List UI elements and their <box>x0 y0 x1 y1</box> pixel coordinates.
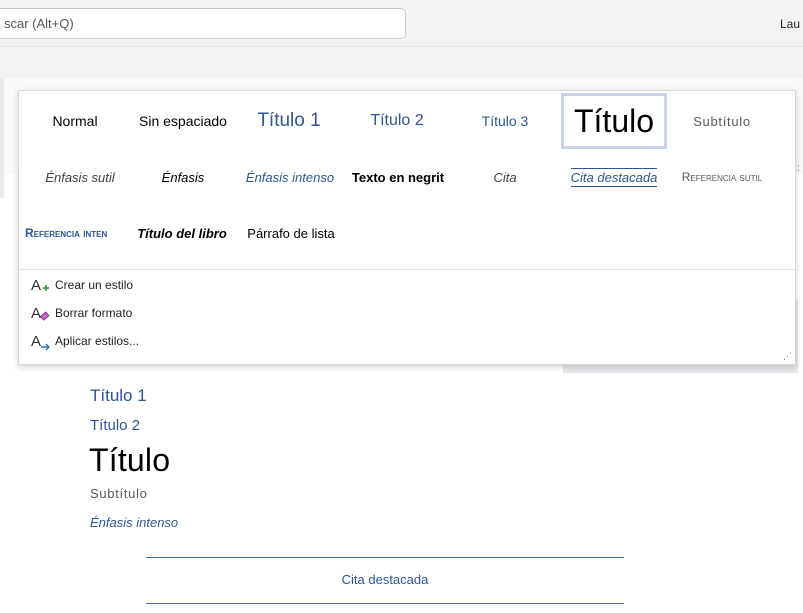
style-subtle-emphasis[interactable]: Énfasis sutil <box>30 157 130 197</box>
style-normal[interactable]: Normal <box>30 101 120 141</box>
style-heading-1[interactable]: Título 1 <box>241 101 337 141</box>
doc-subtitle[interactable]: Subtítulo <box>90 486 148 501</box>
svg-text:A: A <box>31 277 41 294</box>
ribbon-left-strip <box>0 78 4 198</box>
create-style-icon: A <box>29 274 55 296</box>
clear-formatting-icon: A <box>29 302 55 324</box>
resize-grip-icon[interactable]: ⋰ <box>783 351 792 362</box>
clear-formatting-button[interactable]: A Borrar formato <box>29 302 132 324</box>
style-intense-quote-label: Cita destacada <box>570 167 658 187</box>
search-placeholder: scar (Alt+Q) <box>4 16 74 31</box>
style-intense-reference[interactable]: Referencia inten <box>25 213 121 253</box>
doc-title[interactable]: Título <box>89 442 170 479</box>
apply-styles-label: Aplicar estilos... <box>55 334 140 348</box>
create-style-button[interactable]: A Crear un estilo <box>29 274 133 296</box>
clear-formatting-label: Borrar formato <box>55 306 133 320</box>
create-style-label: Crear un estilo <box>55 278 134 292</box>
style-subtle-reference[interactable]: Referencia sutil <box>671 157 773 197</box>
quote-rule-bottom <box>146 603 624 604</box>
apply-styles-icon: A <box>29 330 55 352</box>
ribbon-group-dialog-launcher[interactable]: : <box>797 163 800 174</box>
ribbon-tabs <box>0 46 803 79</box>
style-list-paragraph[interactable]: Párrafo de lista <box>241 213 341 253</box>
user-name[interactable]: Lau <box>780 17 800 31</box>
style-intense-emphasis[interactable]: Énfasis intenso <box>239 157 341 197</box>
title-bar: scar (Alt+Q) Lau <box>0 0 803 46</box>
doc-heading-1[interactable]: Título 1 <box>90 386 147 406</box>
styles-gallery: Normal Sin espaciado Título 1 Título 2 T… <box>18 90 796 365</box>
style-intense-quote[interactable]: Cita destacada <box>565 157 663 197</box>
search-box[interactable]: scar (Alt+Q) <box>0 8 406 39</box>
style-title-selected[interactable]: Título <box>561 93 667 149</box>
quote-rule-top <box>146 557 624 558</box>
style-quote[interactable]: Cita <box>457 157 553 197</box>
style-heading-2[interactable]: Título 2 <box>349 101 445 141</box>
svg-text:A: A <box>31 305 41 322</box>
gallery-separator <box>19 269 795 270</box>
doc-intense-emphasis[interactable]: Énfasis intenso <box>90 515 178 530</box>
svg-text:A: A <box>31 333 41 350</box>
style-emphasis[interactable]: Énfasis <box>133 157 233 197</box>
style-no-spacing[interactable]: Sin espaciado <box>133 101 233 141</box>
apply-styles-button[interactable]: A Aplicar estilos... <box>29 330 139 352</box>
style-subtitle[interactable]: Subtítulo <box>675 101 769 141</box>
style-book-title[interactable]: Título del libro <box>133 213 231 253</box>
style-heading-3[interactable]: Título 3 <box>457 101 553 141</box>
style-strong[interactable]: Texto en negrit <box>347 157 449 197</box>
doc-intense-quote[interactable]: Cita destacada <box>146 572 624 587</box>
doc-heading-2[interactable]: Título 2 <box>90 417 140 434</box>
